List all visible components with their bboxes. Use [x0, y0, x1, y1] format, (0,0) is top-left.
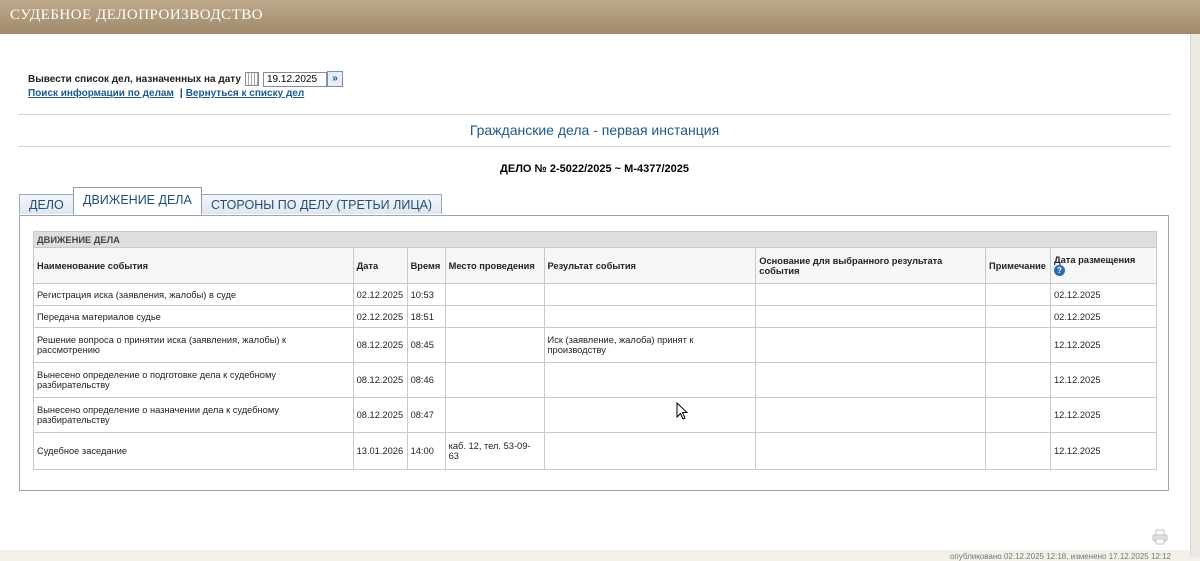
- event-name-cell: Решение вопроса о принятии иска (заявлен…: [33, 327, 354, 363]
- top-bar: СУДЕБНОЕ ДЕЛОПРОИЗВОДСТВО: [0, 0, 1200, 34]
- table-row: Вынесено определение о подготовке дела к…: [33, 362, 1157, 398]
- event-result-cell: [543, 432, 757, 470]
- event-place-cell: каб. 12, тел. 53-09-63: [444, 432, 545, 470]
- event-result-cell: Иск (заявление, жалоба) принят к произво…: [543, 327, 757, 363]
- back-to-list-link[interactable]: Вернуться к списку дел: [186, 88, 305, 99]
- event-basis-cell: [755, 283, 987, 306]
- event-time-cell: 14:00: [406, 432, 446, 470]
- event-date-cell: 08.12.2025: [352, 362, 408, 398]
- section-title: Гражданские дела - первая инстанция: [469, 122, 720, 138]
- event-result-cell: [543, 305, 757, 328]
- site-title: СУДЕБНОЕ ДЕЛОПРОИЗВОДСТВО: [10, 7, 264, 23]
- search-cases-link[interactable]: Поиск информации по делам: [28, 88, 174, 99]
- event-posted-cell: 02.12.2025: [1050, 283, 1157, 306]
- table-row: Решение вопроса о принятии иска (заявлен…: [33, 327, 1157, 363]
- column-header: Наименование события: [33, 247, 354, 284]
- event-place-cell: [444, 283, 545, 306]
- event-posted-cell: 12.12.2025: [1050, 397, 1157, 433]
- column-header: Дата: [352, 247, 408, 284]
- event-basis-cell: [755, 305, 987, 328]
- case-number-title: ДЕЛО № 2-5022/2025 ~ М-4377/2025: [500, 163, 689, 175]
- column-header: Место проведения: [444, 247, 545, 284]
- go-button[interactable]: »: [326, 71, 343, 87]
- table-row: Регистрация иска (заявления, жалобы) в с…: [33, 283, 1157, 306]
- event-note-cell: [985, 397, 1051, 433]
- event-note-cell: [985, 362, 1051, 398]
- event-place-cell: [444, 327, 545, 363]
- event-date-cell: 08.12.2025: [352, 327, 408, 363]
- case-movement-table: ДВИЖЕНИЕ ДЕЛА Наименование события Дата …: [33, 231, 1157, 470]
- event-place-cell: [444, 305, 545, 328]
- event-result-cell: [543, 362, 757, 398]
- tab-panel: ДВИЖЕНИЕ ДЕЛА Наименование события Дата …: [19, 215, 1169, 491]
- column-header: Результат события: [543, 247, 757, 284]
- column-header: Примечание: [985, 247, 1051, 284]
- column-header: Дата размещения: [1054, 254, 1136, 265]
- event-note-cell: [985, 305, 1051, 328]
- table-row: Передача материалов судье 02.12.2025 18:…: [33, 305, 1157, 328]
- divider: [18, 114, 1171, 115]
- double-chevron-right-icon: »: [332, 73, 338, 84]
- divider: [18, 146, 1171, 147]
- nav-links: Поиск информации по делам | Вернуться к сп…: [28, 88, 304, 99]
- column-header: Основание для выбранного результата собы…: [755, 247, 987, 284]
- event-posted-cell: 02.12.2025: [1050, 305, 1157, 328]
- table-header-row: Наименование события Дата Время Место пр…: [33, 247, 1157, 284]
- event-note-cell: [985, 283, 1051, 306]
- event-place-cell: [444, 397, 545, 433]
- content-area: Вывести список дел, назначенных на дату …: [0, 34, 1190, 561]
- event-basis-cell: [755, 362, 987, 398]
- event-posted-cell: 12.12.2025: [1050, 432, 1157, 470]
- event-posted-cell: 12.12.2025: [1050, 362, 1157, 398]
- event-date-cell: 02.12.2025: [352, 305, 408, 328]
- table-caption: ДВИЖЕНИЕ ДЕЛА: [33, 231, 1157, 248]
- tab-case-movement[interactable]: ДВИЖЕНИЕ ДЕЛА: [73, 187, 202, 215]
- event-note-cell: [985, 327, 1051, 363]
- table-row: Судебное заседание 13.01.2026 14:00 каб.…: [33, 432, 1157, 470]
- event-time-cell: 08:45: [406, 327, 446, 363]
- printer-icon[interactable]: [1152, 529, 1168, 545]
- date-filter: Вывести список дел, назначенных на дату …: [28, 69, 343, 89]
- event-basis-cell: [755, 432, 987, 470]
- event-place-cell: [444, 362, 545, 398]
- event-name-cell: Судебное заседание: [33, 432, 354, 470]
- event-date-cell: 08.12.2025: [352, 397, 408, 433]
- scrollbar-track[interactable]: [1190, 34, 1200, 557]
- event-time-cell: 08:46: [406, 362, 446, 398]
- event-note-cell: [985, 432, 1051, 470]
- event-name-cell: Передача материалов судье: [33, 305, 354, 328]
- question-mark-icon[interactable]: ?: [1054, 265, 1065, 277]
- date-filter-label: Вывести список дел, назначенных на дату: [28, 73, 241, 85]
- link-separator: |: [179, 88, 183, 99]
- event-time-cell: 10:53: [406, 283, 446, 306]
- event-name-cell: Регистрация иска (заявления, жалобы) в с…: [33, 283, 354, 306]
- column-header: Время: [406, 247, 446, 284]
- event-basis-cell: [755, 327, 987, 363]
- event-time-cell: 08:47: [406, 397, 446, 433]
- event-basis-cell: [755, 397, 987, 433]
- event-result-cell: [543, 283, 757, 306]
- event-time-cell: 18:51: [406, 305, 446, 328]
- table-row: Вынесено определение о назначении дела к…: [33, 397, 1157, 433]
- date-input[interactable]: [262, 71, 327, 87]
- event-posted-cell: 12.12.2025: [1050, 327, 1157, 363]
- mouse-cursor-icon: [676, 402, 688, 420]
- event-date-cell: 02.12.2025: [352, 283, 408, 306]
- event-name-cell: Вынесено определение о назначении дела к…: [33, 397, 354, 433]
- tab-case-parties[interactable]: СТОРОНЫ ПО ДЕЛУ (ТРЕТЬИ ЛИЦА): [201, 194, 443, 214]
- calendar-icon[interactable]: [244, 72, 259, 86]
- event-name-cell: Вынесено определение о подготовке дела к…: [33, 362, 354, 398]
- column-header-posting-date: Дата размещения ?: [1050, 247, 1157, 284]
- tab-case[interactable]: ДЕЛО: [19, 194, 74, 214]
- event-result-cell: [543, 397, 757, 433]
- event-date-cell: 13.01.2026: [352, 432, 408, 470]
